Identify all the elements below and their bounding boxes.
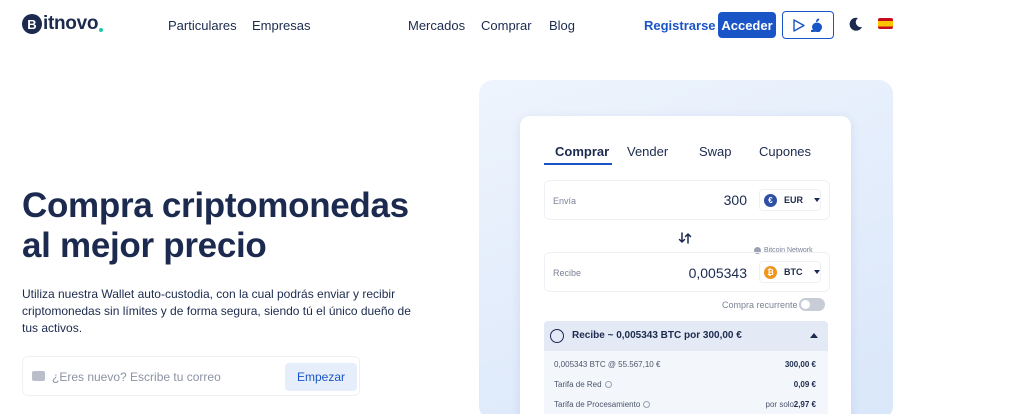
recurring-purchase-toggle[interactable] <box>799 298 825 311</box>
hero-title: Compra criptomonedas al mejor precio <box>22 186 409 265</box>
tab-swap[interactable]: Swap <box>699 144 732 159</box>
nav-particulares[interactable]: Particulares <box>168 18 237 33</box>
apple-icon[interactable] <box>811 18 823 32</box>
email-input[interactable] <box>52 369 272 385</box>
login-button[interactable]: Acceder <box>718 12 776 38</box>
nav-comprar[interactable]: Comprar <box>481 18 532 33</box>
info-icon[interactable] <box>643 401 651 408</box>
summary-header[interactable]: Recibe ~ 0,005343 BTC por 300,00 € <box>544 321 828 351</box>
nav-blog[interactable]: Blog <box>549 18 575 33</box>
rate-label: 0,005343 BTC @ 55.567,10 € <box>554 360 661 369</box>
processing-fee-value: 2,97 € <box>793 400 816 409</box>
network-fee-value: 0,09 € <box>793 380 816 389</box>
header: B itnovo Particulares Empresas Mercados … <box>0 0 1024 50</box>
rate-value: 300,00 € <box>784 360 816 369</box>
receive-currency-code: BTC <box>784 267 803 277</box>
bitcoin-coin-icon: ₿ <box>764 265 777 279</box>
receipt-icon <box>550 329 564 343</box>
recurring-purchase-label: Compra recurrente <box>722 300 798 310</box>
summary-row-rate: 0,005343 BTC @ 55.567,10 € 300,00 € <box>554 360 816 369</box>
tab-comprar[interactable]: Comprar <box>555 144 609 159</box>
chevron-down-icon <box>813 270 820 274</box>
theme-toggle-icon[interactable] <box>848 16 864 32</box>
chevron-down-icon <box>814 198 820 202</box>
logo-dot <box>99 27 104 32</box>
chevron-up-icon[interactable] <box>810 333 818 338</box>
toggle-knob <box>801 300 810 309</box>
send-currency-select[interactable]: € EUR <box>759 189 821 211</box>
summary-title: Recibe ~ 0,005343 BTC por 300,00 € <box>572 330 742 341</box>
send-label: Envía <box>553 196 577 206</box>
google-play-icon[interactable] <box>793 18 805 32</box>
processing-fee-note: por solo <box>765 400 794 409</box>
email-signup-form: Empezar <box>22 356 360 396</box>
exchange-card: Comprar Vender Swap Cupones Envía 300 € … <box>520 116 851 414</box>
tab-cupones[interactable]: Cupones <box>759 144 811 159</box>
receive-label: Recibe <box>553 268 582 278</box>
bitnovo-logo[interactable]: B itnovo <box>22 12 104 36</box>
summary-row-network-fee: Tarifa de Red 0,09 € <box>554 380 816 389</box>
hero-subtitle: Utiliza nuestra Wallet auto-custodia, co… <box>22 287 411 335</box>
summary-row-processing-fee: Tarifa de Procesamiento por solo 2,97 € <box>554 400 816 409</box>
receive-field[interactable]: Recibe 0,005343 ₿ BTC <box>544 252 830 292</box>
register-link[interactable]: Registrarse <box>644 18 716 33</box>
send-field[interactable]: Envía 300 € EUR <box>544 180 830 220</box>
logo-mark: B <box>22 14 42 34</box>
spain-flag-icon[interactable] <box>878 18 893 29</box>
receive-currency-select[interactable]: ₿ BTC <box>759 261 821 283</box>
logo-text: itnovo <box>43 13 99 34</box>
swap-arrows-icon[interactable] <box>675 228 695 248</box>
send-amount[interactable]: 300 <box>724 192 747 208</box>
processing-fee-label: Tarifa de Procesamiento <box>554 400 641 409</box>
purchase-summary: Recibe ~ 0,005343 BTC por 300,00 € 0,005… <box>544 321 828 414</box>
send-currency-code: EUR <box>783 195 803 205</box>
nav-empresas[interactable]: Empresas <box>252 18 311 33</box>
receive-amount: 0,005343 <box>688 265 747 281</box>
start-button[interactable]: Empezar <box>285 363 357 391</box>
active-tab-indicator <box>544 163 612 165</box>
tab-vender[interactable]: Vender <box>627 144 668 159</box>
euro-coin-icon: € <box>764 193 777 207</box>
info-icon[interactable] <box>604 381 612 388</box>
nav-mercados[interactable]: Mercados <box>408 18 465 33</box>
mail-icon <box>32 371 45 381</box>
network-fee-label: Tarifa de Red <box>554 380 602 389</box>
app-store-buttons[interactable] <box>782 11 834 39</box>
